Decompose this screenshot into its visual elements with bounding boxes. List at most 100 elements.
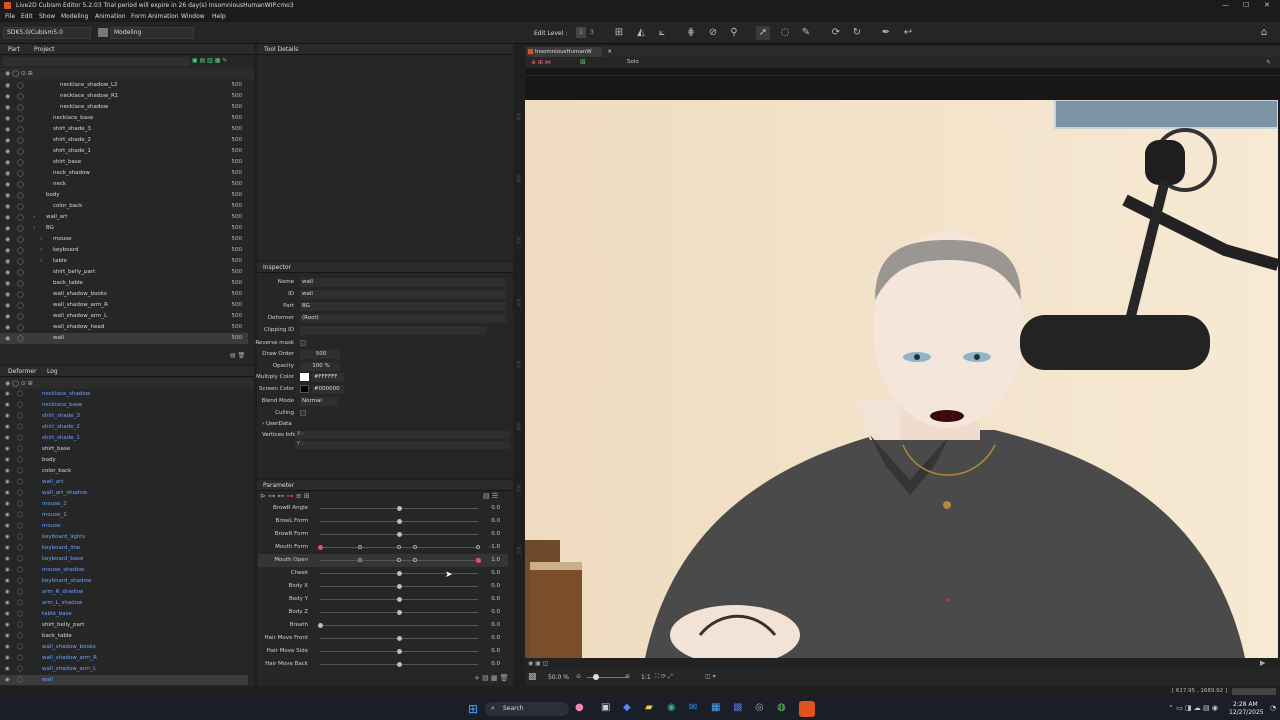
visibility-icon[interactable]: ◉ bbox=[5, 126, 10, 133]
zoom-in-icon[interactable]: ⊕ bbox=[625, 673, 630, 680]
deformer-row[interactable]: ◉ ◯ wall bbox=[0, 675, 248, 685]
edge-icon[interactable]: ◉ bbox=[667, 702, 676, 713]
parameter-value[interactable]: 0.0 bbox=[491, 505, 500, 511]
grid-icon[interactable]: ⋕ bbox=[684, 26, 698, 40]
lock-icon[interactable]: ◯ bbox=[17, 324, 24, 331]
part-row[interactable]: ◉ ◯ shirt_base 500 bbox=[0, 157, 248, 168]
parameter-slider[interactable] bbox=[320, 625, 478, 626]
visibility-icon[interactable]: ◉ bbox=[5, 181, 10, 188]
app-icon-1[interactable]: ● bbox=[575, 702, 584, 713]
deformer-row[interactable]: ◉ ◯ body bbox=[0, 455, 248, 466]
lock-icon[interactable]: ◯ bbox=[17, 479, 23, 485]
parameter-row[interactable]: Mouth Form -1.0 bbox=[258, 541, 508, 554]
parameter-knob[interactable] bbox=[397, 636, 402, 641]
lock-icon[interactable]: ◯ bbox=[17, 148, 24, 155]
part-row[interactable]: ◉ ◯ wall 500 bbox=[0, 333, 248, 344]
lock-icon[interactable]: ◯ bbox=[17, 214, 24, 221]
visibility-icon[interactable]: ◉ bbox=[5, 225, 10, 232]
parameter-value[interactable]: 0.0 bbox=[491, 622, 500, 628]
zoom-slider[interactable] bbox=[587, 674, 627, 680]
mode-select[interactable]: Modeling bbox=[110, 27, 194, 39]
lock-icon[interactable]: ◯ bbox=[17, 126, 24, 133]
keyform-point[interactable] bbox=[357, 545, 362, 549]
visibility-icon[interactable]: ◉ bbox=[5, 280, 10, 287]
part-row[interactable]: ◉ ◯ necklace_shadow 500 bbox=[0, 102, 248, 113]
lock-icon[interactable]: ◯ bbox=[17, 104, 24, 111]
lock-icon[interactable]: ◯ bbox=[17, 269, 24, 276]
steam-icon[interactable]: ◎ bbox=[755, 702, 764, 713]
visibility-icon[interactable]: ◉ bbox=[5, 402, 10, 408]
menu-edit[interactable]: Edit bbox=[21, 13, 33, 20]
part-footer-icons[interactable]: ▤ 🗑 bbox=[230, 352, 245, 359]
solo-label[interactable]: Solo bbox=[627, 59, 639, 65]
lock-icon[interactable]: ◯ bbox=[17, 82, 24, 89]
lock-icon[interactable]: ◯ bbox=[17, 291, 24, 298]
visibility-icon[interactable]: ◉ bbox=[5, 170, 10, 177]
other-app-icon[interactable]: ▩ bbox=[733, 702, 742, 713]
part-row[interactable]: ◉ ◯ › BG 500 bbox=[0, 223, 248, 234]
part-row[interactable]: ◉ ◯ › table 500 bbox=[0, 256, 248, 267]
visibility-icon[interactable]: ◉ bbox=[5, 137, 10, 144]
parameter-row[interactable]: Hair Move Back 0.0 bbox=[258, 658, 508, 671]
id-field[interactable]: wall bbox=[300, 290, 506, 299]
visibility-icon[interactable]: ◉ bbox=[5, 468, 10, 474]
parameter-row[interactable]: BrowR Form 0.0 bbox=[258, 528, 508, 541]
visibility-icon[interactable]: ◉ bbox=[5, 302, 10, 309]
menu-help[interactable]: Help bbox=[212, 13, 226, 20]
deformer-row[interactable]: ◉ ◯ shirt_shade_2 bbox=[0, 422, 248, 433]
ratio-label[interactable]: 1:1 bbox=[641, 674, 651, 681]
menu-form-animation[interactable]: Form Animation bbox=[131, 13, 179, 20]
keyform-point[interactable] bbox=[397, 558, 401, 562]
deformer-filter-icon[interactable]: ◉ ◯ ⊙ ⊞ bbox=[5, 380, 33, 387]
parameter-value[interactable]: 0.0 bbox=[491, 609, 500, 615]
visibility-icon[interactable]: ◉ bbox=[5, 82, 10, 89]
tab-part[interactable]: Part bbox=[8, 46, 20, 53]
parameter-knob[interactable] bbox=[397, 532, 402, 537]
visibility-icon[interactable]: ◉ bbox=[5, 159, 10, 166]
lock-icon[interactable]: ◯ bbox=[17, 258, 24, 265]
viewport-pin-icon[interactable]: ✎ bbox=[1266, 59, 1271, 66]
parameter-value[interactable]: 0.0 bbox=[491, 518, 500, 524]
visibility-icon[interactable]: ◉ bbox=[5, 258, 10, 265]
deform-path-icon[interactable]: ⟀ bbox=[655, 26, 669, 40]
link-icon[interactable]: ↩ bbox=[901, 26, 915, 40]
parameter-footer-icons[interactable]: + ▤ ▦ 🗑 bbox=[474, 674, 509, 682]
deformer-row[interactable]: ◉ ◯ shirt_shade_1 bbox=[0, 433, 248, 444]
parameter-row[interactable]: Hair Move Side 0.0 bbox=[258, 645, 508, 658]
lock-icon[interactable]: ◯ bbox=[17, 468, 23, 474]
lock-icon[interactable]: ◯ bbox=[17, 159, 24, 166]
part-select[interactable]: BG bbox=[300, 302, 506, 311]
mesh-edit-icon[interactable]: ⊞ bbox=[612, 26, 626, 40]
visibility-icon[interactable]: ◉ bbox=[5, 435, 10, 441]
lock-icon[interactable]: ◯ bbox=[17, 413, 23, 419]
part-row[interactable]: ◉ ◯ › wall_art 500 bbox=[0, 212, 248, 223]
part-row[interactable]: ◉ ◯ shirt_shade_2 500 bbox=[0, 135, 248, 146]
lock-icon[interactable]: ◯ bbox=[17, 170, 24, 177]
parameter-value[interactable]: 0.0 bbox=[491, 648, 500, 654]
tray-icons[interactable]: ⌃ ▭ ◨ ☁ ▤ ◉ bbox=[1168, 704, 1218, 712]
vertices-y-field[interactable]: Y : bbox=[295, 441, 510, 449]
parameter-value[interactable]: 1.0 bbox=[491, 557, 500, 563]
copilot-icon[interactable]: ◆ bbox=[623, 702, 631, 713]
expand-arrow-icon[interactable]: › bbox=[40, 258, 42, 264]
lock-icon[interactable]: ◯ bbox=[17, 424, 23, 430]
tab-log[interactable]: Log bbox=[47, 368, 58, 375]
visibility-icon[interactable]: ◉ bbox=[5, 413, 10, 419]
part-row[interactable]: ◉ ◯ shirt_shade_3 500 bbox=[0, 124, 248, 135]
parameter-row[interactable]: Body Y 0.0 bbox=[258, 593, 508, 606]
part-row[interactable]: ◉ ◯ back_table 500 bbox=[0, 278, 248, 289]
sdk-select[interactable]: SDK5.0/Cubism5.0 bbox=[3, 27, 91, 39]
lock-icon[interactable]: ◯ bbox=[17, 302, 24, 309]
lock-icon[interactable]: ◯ bbox=[17, 181, 24, 188]
expand-arrow-icon[interactable]: › bbox=[40, 236, 42, 242]
lock-icon[interactable]: ◯ bbox=[17, 93, 24, 100]
lock-icon[interactable]: ◯ bbox=[17, 192, 24, 199]
parameter-value[interactable]: 0.0 bbox=[491, 596, 500, 602]
visibility-icon[interactable]: ◉ bbox=[5, 391, 10, 397]
search-box[interactable]: ⌕ Search bbox=[485, 702, 569, 716]
screen-swatch[interactable] bbox=[300, 385, 309, 393]
lock-icon[interactable]: ◯ bbox=[17, 236, 24, 243]
lock-icon[interactable]: ◯ bbox=[17, 457, 23, 463]
lock-icon[interactable]: ◯ bbox=[17, 402, 23, 408]
model-canvas[interactable] bbox=[525, 100, 1278, 658]
